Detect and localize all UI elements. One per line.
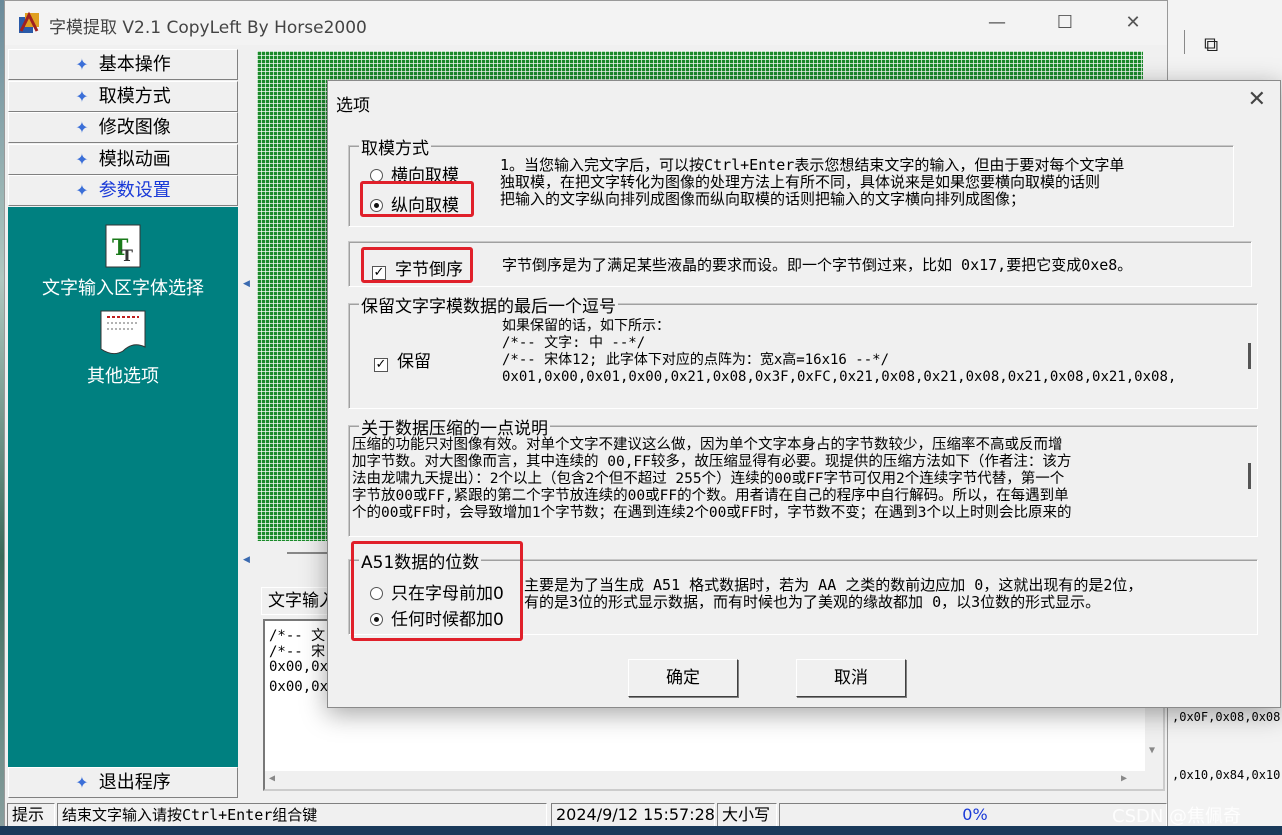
star-icon: ✦ — [75, 118, 89, 137]
nav-mode[interactable]: ✦ 取模方式 — [8, 81, 238, 112]
mode-group-title: 取模方式 — [359, 134, 431, 159]
taskbar-strip — [0, 826, 1282, 835]
desc-line: 独取模，在把文字转化为图像的处理方法上有所不同，具体说来是如果您要横向取模的话则 — [500, 173, 1101, 191]
highlight-box — [351, 541, 523, 641]
background-code-fragment: ,0x0F,0x08,0x08, — [1172, 710, 1282, 724]
comma-group-title: 保留文字字模数据的最后一个逗号 — [359, 292, 618, 317]
desc-line: /*-- 宋体12; 此字体下对应的点阵为：宽x高=16x16 --*/ — [502, 352, 890, 368]
other-options-item[interactable]: 其他选项 — [8, 307, 238, 388]
compression-description: 压缩的功能只对图像有效。对单个文字不建议这么做，因为单个文字本身占的字节数较少，… — [352, 437, 1072, 522]
nav-exit[interactable]: ✦ 退出程序 — [8, 767, 238, 798]
copy-icon[interactable]: ⧉ — [1204, 32, 1218, 56]
status-progress: 0% — [779, 803, 1167, 827]
desc-line: 主要是为了当生成 A51 格式数据时，若为 AA 之类的数前边应加 0，这就出现… — [524, 576, 1143, 594]
nav-settings[interactable]: ✦ 参数设置 — [8, 175, 238, 206]
sidebar: ✦ 基本操作 ✦ 取模方式 ✦ 修改图像 ✦ 模拟动画 ✦ 参数设置 TT 文字输入区字体… — [8, 49, 238, 799]
code-line: 0x00,0x — [269, 659, 329, 675]
cancel-button[interactable]: 取消 — [796, 659, 906, 697]
panel-splitter[interactable]: ◀ ◀ — [241, 271, 253, 571]
other-options-label: 其他选项 — [87, 366, 159, 387]
settings-panel: TT 文字输入区字体选择 其他选项 — [8, 207, 238, 767]
star-icon: ✦ — [75, 87, 89, 106]
comma-description: 如果保留的话，如下所示： /*-- 文字: 中 --*/ /*-- 宋体12; … — [502, 318, 1176, 386]
nav-label: 模拟动画 — [98, 149, 171, 170]
ok-button[interactable]: 确定 — [628, 659, 738, 697]
highlight-box — [361, 247, 473, 283]
scrollbar-thumb[interactable] — [1248, 463, 1251, 489]
desc-line: 字节放00或FF,紧跟的第二个字节放连续的00或FF的个数。用者请在自己的程序中… — [352, 488, 1069, 504]
desc-line: 法由龙啸九天提出）：2个以上（包含2个但不超过 255个）连续的00或FF字节可… — [352, 471, 1065, 487]
dialog-close-button[interactable]: ✕ — [1248, 87, 1266, 112]
nav-basic-ops[interactable]: ✦ 基本操作 — [8, 49, 238, 80]
a51-description: 主要是为了当生成 A51 格式数据时，若为 AA 之类的数前边应加 0，这就出现… — [524, 577, 1142, 611]
minimize-button[interactable]: — — [977, 9, 1017, 37]
desc-line: /*-- 文字: 中 --*/ — [502, 335, 646, 351]
code-line: /*-- 宋 — [269, 644, 326, 660]
nav-label: 修改图像 — [98, 117, 171, 138]
star-icon: ✦ — [75, 773, 89, 792]
scroll-right-icon[interactable]: ▶ — [1121, 773, 1127, 784]
maximize-button[interactable]: ☐ — [1045, 9, 1085, 37]
checkmark-icon: ✓ — [374, 357, 388, 372]
font-select-label: 文字输入区字体选择 — [42, 278, 204, 299]
background-code-fragment: ,0x10,0x84,0x10, — [1172, 768, 1282, 782]
star-icon: ✦ — [75, 55, 89, 74]
options-dialog: 选项 ✕ 取模方式 横向取模 纵向取模 1。当您输入完文字后，可以按Ctrl+E… — [327, 80, 1281, 708]
watermark: CSDN @焦佩奇 — [1112, 806, 1242, 827]
close-button[interactable]: ✕ — [1113, 9, 1153, 37]
scroll-left-icon[interactable]: ◀ — [269, 773, 275, 784]
options-icon — [100, 310, 146, 355]
desc-line: 个的00或FF时，会导致增加1个字节数；在遇到连续2个00或FF时，字节数不变；… — [352, 505, 1072, 521]
desc-line: 压缩的功能只对图像有效。对单个文字不建议这么做，因为单个文字本身占的字节数较少，… — [352, 437, 1063, 453]
star-icon: ✦ — [75, 181, 89, 200]
svg-text:T: T — [121, 246, 133, 265]
nav-edit-image[interactable]: ✦ 修改图像 — [8, 112, 238, 143]
desc-line: 如果保留的话，如下所示： — [502, 318, 670, 334]
code-hscroll[interactable]: ◀ ▶ — [265, 771, 1145, 789]
nav-label: 参数设置 — [98, 180, 171, 201]
desc-line: 1。当您输入完文字后，可以按Ctrl+Enter表示您想结束文字的输入，但由于要… — [500, 156, 1125, 174]
scroll-down-icon[interactable]: ▼ — [1149, 745, 1155, 756]
dialog-title: 选项 — [336, 96, 370, 116]
desc-line: 加字节数。对大图像而言，其中连续的 00,FF较多，故压缩显得有必要。现提供的压… — [352, 454, 1072, 470]
desc-line: 把输入的文字纵向排列成图像而纵向取模的话则把输入的文字横向排列成图像； — [500, 190, 1026, 208]
app-logo-icon — [19, 11, 39, 33]
nav-label: 退出程序 — [98, 772, 171, 793]
code-line: 0x00,0x — [269, 679, 329, 695]
toolbar-separator — [1184, 30, 1185, 54]
highlight-box — [360, 181, 474, 217]
scrollbar-thumb[interactable] — [1248, 343, 1251, 369]
window-title: 字模提取 V2.1 CopyLeft By Horse2000 — [49, 18, 367, 38]
status-bar: 提示 结束文字输入请按Ctrl+Enter组合键 2024/9/12 15:57… — [5, 801, 1167, 829]
nav-label: 取模方式 — [98, 86, 171, 107]
status-caps: 大小写 — [717, 803, 777, 827]
status-datetime: 2024/9/12 15:57:28 — [551, 803, 715, 827]
checkbox-label: 保留 — [397, 352, 431, 372]
status-hint: 结束文字输入请按Ctrl+Enter组合键 — [57, 803, 547, 827]
desc-line: 有的是3位的形式显示数据，而有时候也为了美观的缘故都加 0，以3位数的形式显示。 — [524, 593, 1101, 611]
title-bar[interactable]: 字模提取 V2.1 CopyLeft By Horse2000 — ☐ ✕ — [5, 1, 1167, 45]
nav-label: 基本操作 — [98, 54, 171, 75]
desc-line: 0x01,0x00,0x01,0x00,0x21,0x08,0x3F,0xFC,… — [502, 369, 1177, 385]
font-icon: TT — [105, 224, 141, 268]
status-hint-label: 提示 — [7, 803, 55, 827]
font-select-item[interactable]: TT 文字输入区字体选择 — [8, 223, 238, 300]
nav-animation[interactable]: ✦ 模拟动画 — [8, 144, 238, 175]
byte-reverse-description: 字节倒序是为了满足某些液晶的要求而设。即一个字节倒过来，比如 0x17,要把它变… — [502, 256, 1133, 274]
arrow-left-icon[interactable]: ◀ — [243, 279, 250, 289]
keep-comma-checkbox[interactable]: ✓ 保留 — [374, 347, 431, 372]
compression-group-title: 关于数据压缩的一点说明 — [359, 414, 550, 439]
mode-description: 1。当您输入完文字后，可以按Ctrl+Enter表示您想结束文字的输入，但由于要… — [500, 157, 1124, 208]
star-icon: ✦ — [75, 150, 89, 169]
arrow-left-icon[interactable]: ◀ — [243, 555, 250, 565]
